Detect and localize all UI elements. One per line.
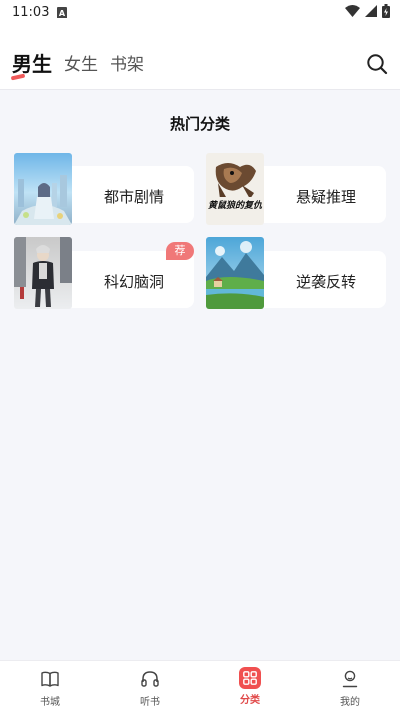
svg-text:A: A [59,9,66,18]
battery-icon [382,4,390,18]
tab-female-label: 女生 [64,55,98,75]
category-label: 都市剧情 [104,188,165,206]
wifi-icon [345,5,360,17]
tab-bookshelf-label: 书架 [110,55,144,75]
nav-label: 分类 [240,695,260,706]
headphones-icon [140,669,160,689]
user-icon [340,669,360,689]
recommend-badge: 荐 [166,242,194,260]
category-cover-image [14,237,72,309]
category-label: 科幻脑洞 [104,273,165,291]
nav-category[interactable]: 分类 [200,661,300,712]
notification-icon: A [57,7,68,18]
nav-label: 听书 [140,697,160,708]
nav-bookstore[interactable]: 书城 [0,661,100,712]
status-time: 11:03 [12,4,50,20]
cover-title-text: 黄鼠狼的复仇 [208,201,263,211]
signal-icon [365,5,377,17]
tab-female[interactable]: 女生 [64,54,98,76]
tab-bookshelf[interactable]: 书架 [110,54,144,76]
tab-male-label: 男生 [12,52,52,76]
tab-male[interactable]: 男生 [10,52,52,81]
status-bar: 11:03 A [0,0,400,24]
section-title: 热门分类 [169,115,230,133]
book-icon [40,669,60,689]
category-label: 悬疑推理 [296,188,357,206]
bottom-navigation: 书城 听书 分类 我的 [0,660,400,712]
top-header: 男生 女生 书架 [0,24,400,90]
grid-icon [239,667,261,689]
nav-audiobook[interactable]: 听书 [100,661,200,712]
category-label: 逆袭反转 [296,273,357,291]
category-cover-image: 黄鼠狼的复仇 [206,153,264,225]
search-icon [367,54,388,75]
status-icons [345,4,390,18]
nav-label: 我的 [340,697,360,708]
search-button[interactable] [366,53,388,75]
category-cover-image [14,153,72,225]
category-cover-image [206,237,264,309]
nav-label: 书城 [40,697,60,708]
channel-tabs: 男生 女生 书架 [10,52,144,81]
nav-profile[interactable]: 我的 [300,661,400,712]
